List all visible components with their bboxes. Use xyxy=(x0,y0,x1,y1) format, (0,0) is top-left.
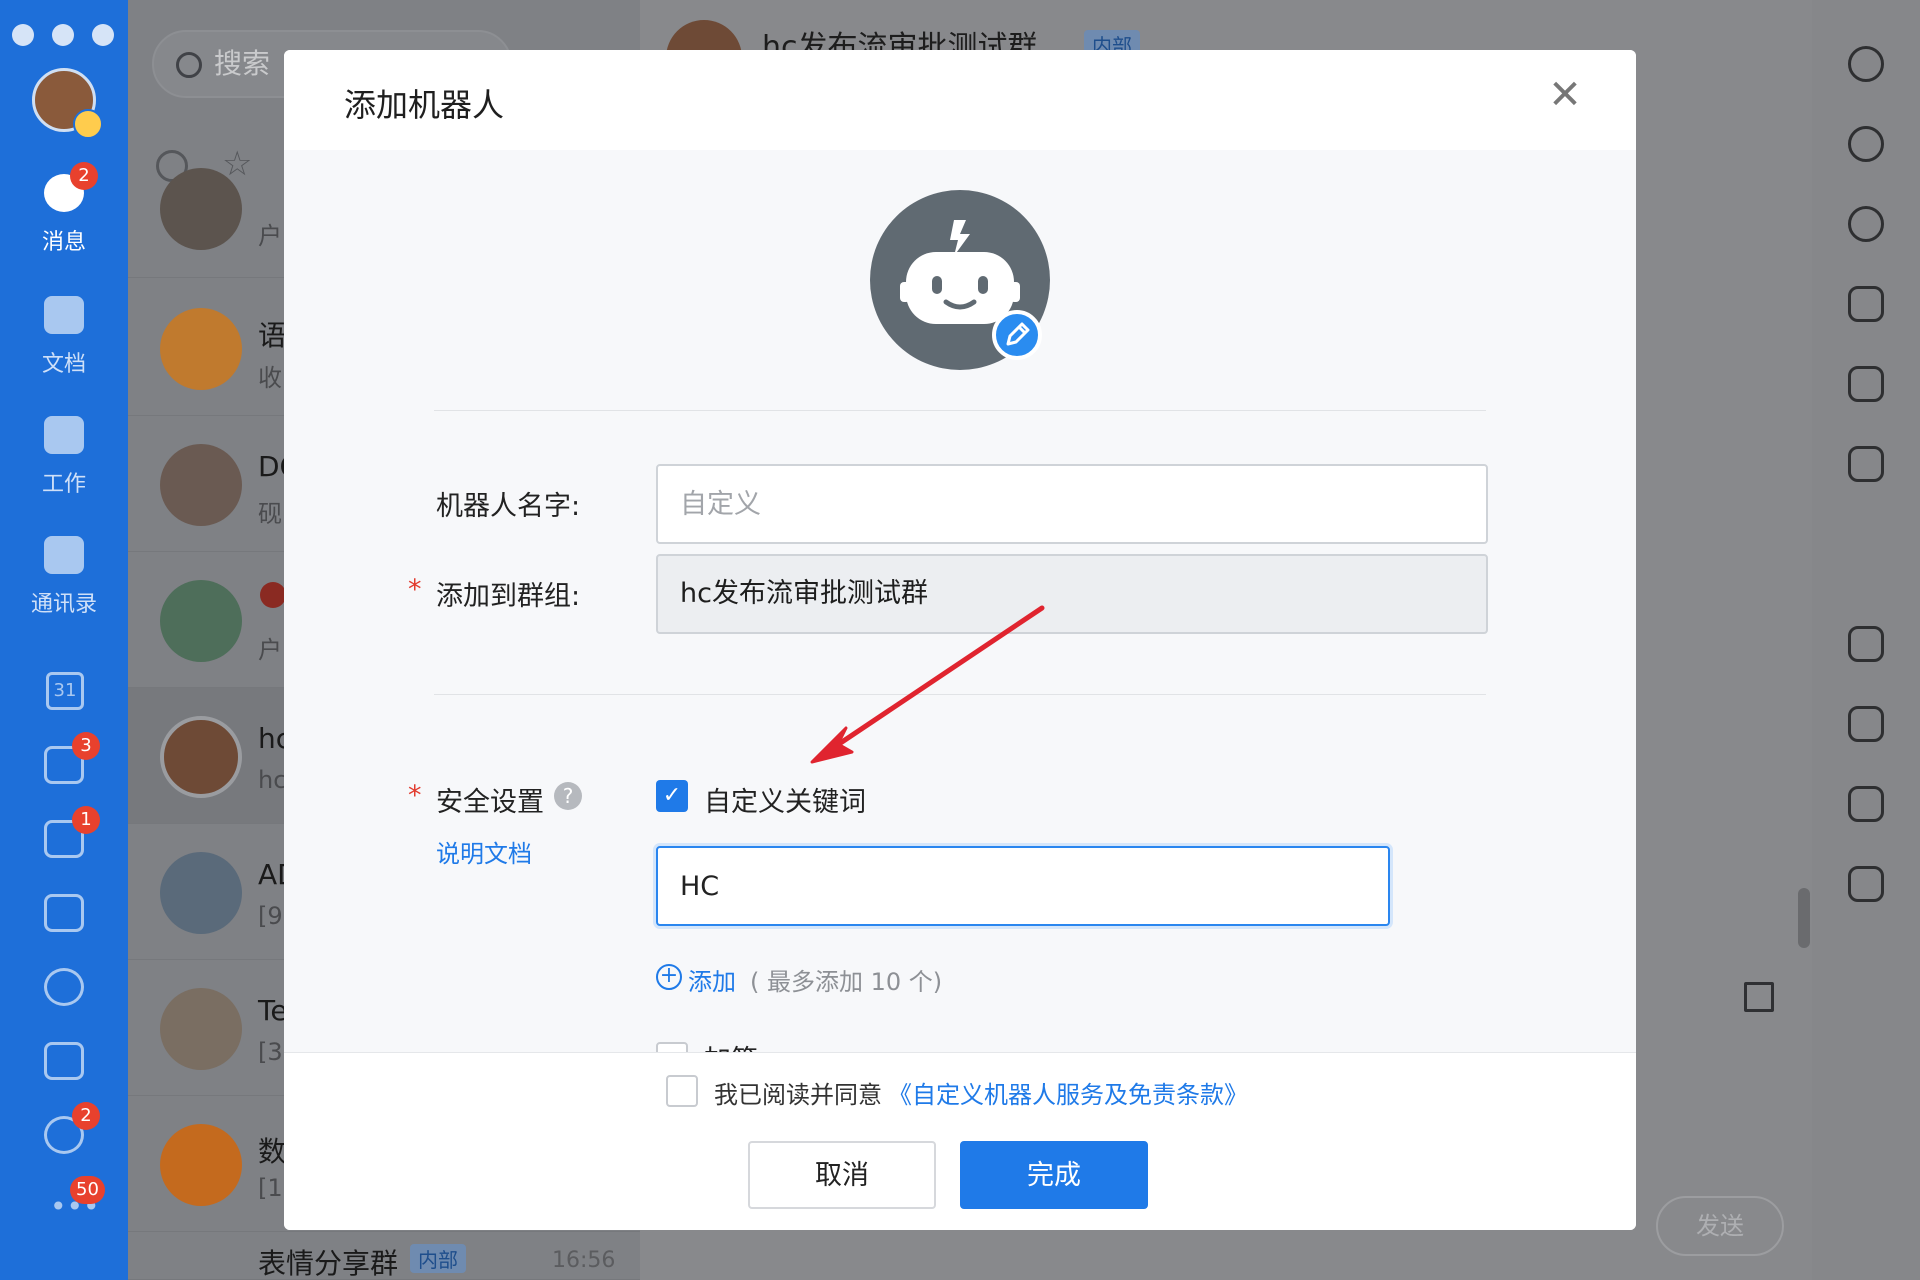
dialog-header: 添加机器人 ✕ xyxy=(284,50,1636,150)
user-avatar[interactable] xyxy=(32,68,103,139)
todo-badge: 3 xyxy=(72,732,100,760)
list-item-preview: [9 xyxy=(258,902,283,930)
add-keyword-link[interactable]: 添加 xyxy=(688,962,736,997)
expand-icon[interactable] xyxy=(1744,982,1774,1012)
edit-doc-icon[interactable] xyxy=(1848,706,1884,742)
list-item[interactable]: 表情分享群 内部 16:56 xyxy=(128,1232,640,1280)
notes-icon[interactable] xyxy=(1848,626,1884,662)
folder-icon xyxy=(44,296,84,334)
agree-checkbox[interactable] xyxy=(666,1075,698,1107)
nav-label: 通讯录 xyxy=(30,592,97,617)
agree-text: 我已阅读并同意 xyxy=(714,1081,882,1109)
group-files-icon[interactable] xyxy=(1848,286,1884,322)
minimize-window-dot[interactable] xyxy=(52,24,74,46)
security-settings-label: 安全设置 xyxy=(436,787,544,818)
nav-label: 工作 xyxy=(41,472,86,497)
avatar xyxy=(160,308,242,390)
search-icon xyxy=(176,52,202,78)
nav-calendar[interactable]: 31 xyxy=(46,672,84,710)
edit-avatar-button[interactable] xyxy=(992,310,1042,360)
dialog-title: 添加机器人 xyxy=(344,86,505,124)
notebook-icon[interactable] xyxy=(44,894,84,932)
list-item-name: 语 xyxy=(258,319,287,352)
avatar xyxy=(160,580,242,662)
robot-icon[interactable] xyxy=(1848,786,1884,822)
list-item-preview: hc xyxy=(258,766,287,794)
internal-tag: 内部 xyxy=(410,1244,466,1273)
messages-badge: 2 xyxy=(70,162,98,190)
keyword-input[interactable] xyxy=(656,846,1390,926)
avatar xyxy=(160,444,242,526)
lightning-icon[interactable] xyxy=(1848,546,1884,582)
add-to-group-label: 添加到群组: xyxy=(436,581,581,612)
avatar xyxy=(160,852,242,934)
pencil-icon xyxy=(1006,322,1030,346)
help-icon[interactable]: ? xyxy=(554,782,582,810)
status-emoji-icon xyxy=(73,109,103,139)
mail-icon[interactable] xyxy=(44,1042,84,1080)
nav-label: 消息 xyxy=(41,230,86,255)
contacts-book-icon xyxy=(44,536,84,574)
close-icon[interactable]: ✕ xyxy=(1548,75,1582,115)
add-member-icon[interactable] xyxy=(1848,126,1884,162)
list-item-preview: 砚 xyxy=(258,500,282,528)
list-item-preview: 收 xyxy=(258,364,282,392)
announcement-icon[interactable] xyxy=(1848,366,1884,402)
add-robot-dialog: 添加机器人 ✕ 机器人名字: * 添加到群组: hc发布流审批测试群 * 安全设… xyxy=(284,50,1636,1230)
live-tv-icon[interactable] xyxy=(1848,446,1884,482)
list-item-time: 16:56 xyxy=(552,1248,616,1273)
avatar xyxy=(160,716,242,798)
ladybug-icon xyxy=(260,582,286,608)
cancel-button[interactable]: 取消 xyxy=(748,1141,936,1209)
right-rail xyxy=(1798,0,1920,1280)
scrollbar-thumb[interactable] xyxy=(1798,888,1810,948)
add-limit-hint: ( 最多添加 10 个) xyxy=(750,968,943,996)
required-mark: * xyxy=(408,780,422,811)
required-mark: * xyxy=(408,574,422,605)
ding-badge: 1 xyxy=(72,806,100,834)
connections-badge: 2 xyxy=(72,1102,100,1130)
doc-link[interactable]: 说明文档 xyxy=(436,834,532,869)
more-options-icon[interactable] xyxy=(1848,46,1884,82)
nav-label: 文档 xyxy=(41,352,86,377)
dialog-footer: 我已阅读并同意 《自定义机器人服务及免责条款》 取消 完成 xyxy=(284,1052,1636,1230)
list-item-name: 表情分享群 xyxy=(258,1247,399,1280)
search-placeholder: 搜索 xyxy=(214,47,271,80)
left-nav: 2 消息 文档 工作 通讯录 31 3 1 2 ••• 50 xyxy=(0,0,128,1280)
done-button[interactable]: 完成 xyxy=(960,1141,1148,1209)
apps-grid-icon xyxy=(44,416,84,454)
avatar xyxy=(160,168,242,250)
cube-plugin-icon[interactable] xyxy=(1848,866,1884,902)
list-item-preview: [3 xyxy=(258,1038,283,1066)
custom-keyword-label: 自定义关键词 xyxy=(704,787,866,818)
custom-keyword-checkbox[interactable]: ✓ xyxy=(656,780,688,812)
close-window-dot[interactable] xyxy=(12,24,34,46)
avatar xyxy=(160,988,242,1070)
group-field: hc发布流审批测试群 xyxy=(656,554,1488,634)
send-button[interactable]: 发送 xyxy=(1656,1196,1784,1256)
more-badge: 50 xyxy=(70,1176,105,1204)
add-circle-icon[interactable]: + xyxy=(656,964,682,990)
list-item-preview: 户 xyxy=(258,636,282,664)
history-icon[interactable] xyxy=(1848,206,1884,242)
phone-icon[interactable] xyxy=(44,968,84,1006)
list-item-name: 数 xyxy=(258,1135,287,1168)
avatar xyxy=(160,1124,242,1206)
robot-name-input[interactable] xyxy=(656,464,1488,544)
terms-link[interactable]: 《自定义机器人服务及免责条款》 xyxy=(888,1075,1248,1110)
robot-name-label: 机器人名字: xyxy=(436,491,581,522)
divider xyxy=(434,410,1486,411)
list-item-preview: 户 xyxy=(258,222,282,250)
maximize-window-dot[interactable] xyxy=(92,24,114,46)
list-item-preview: [1 xyxy=(258,1174,283,1202)
calendar-day: 31 xyxy=(53,680,77,701)
divider xyxy=(434,694,1486,695)
